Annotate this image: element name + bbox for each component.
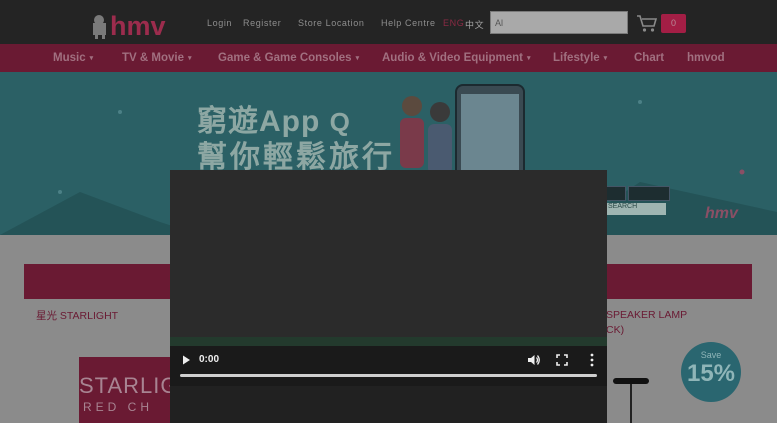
lang-zh-link[interactable]: 中文 [465,18,484,31]
cart-icon[interactable] [636,13,658,33]
section-header-left [24,264,172,299]
nav-item-label: hmvod [687,52,725,64]
seek-bar[interactable] [180,374,597,377]
nav-item-label: Audio & Video Equipment [382,52,523,64]
banner-search-box[interactable]: SEARCH [606,203,666,215]
video-player[interactable]: 0:00 [170,170,607,423]
section-header-right [606,264,752,299]
nav-item-tv-movie[interactable]: TV & Movie ▾ [122,52,192,64]
chevron-down-icon: ▾ [187,54,192,62]
nav-item-music[interactable]: Music ▾ [53,52,93,64]
nav-item-label: Chart [634,52,665,64]
help-centre-link[interactable]: Help Centre [381,18,436,28]
nav-item-lifestyle[interactable]: Lifestyle ▾ [553,52,607,64]
banner-hmv-logo: hmv [705,205,738,222]
top-bar: hmv Login Register Store Location Help C… [0,0,777,44]
video-frame[interactable] [170,170,607,337]
login-link[interactable]: Login [207,18,232,28]
product-title-left[interactable]: 星光 STARLIGHT [36,308,118,323]
nav-item-hmvod[interactable]: hmvod [687,52,725,64]
product-title-right[interactable]: SPEAKER LAMP CK) [606,308,687,338]
video-time: 0:00 [199,354,220,365]
nav-item-label: Music [53,52,86,64]
nav-item-chart[interactable]: Chart [634,52,664,64]
nav-item-audio-video[interactable]: Audio & Video Equipment ▾ [382,52,531,64]
chevron-down-icon: ▾ [603,54,608,62]
page: hmv Login Register Store Location Help C… [0,0,777,423]
hmv-logo[interactable]: hmv [88,8,180,40]
discount-badge: Save 15% [681,342,741,402]
register-link[interactable]: Register [243,18,281,28]
more-options-icon[interactable] [587,353,597,367]
nav-item-label: TV & Movie [122,52,184,64]
video-buffer-strip [170,337,607,346]
google-play-badge[interactable] [628,186,670,201]
volume-icon[interactable] [527,353,541,367]
fullscreen-icon[interactable] [556,354,568,366]
main-nav: Music ▾ TV & Movie ▾ Game & Game Consoles ▾… [0,44,777,72]
nav-item-games[interactable]: Game & Game Consoles ▾ [218,52,359,64]
search-input[interactable] [490,11,628,34]
cart-count-badge[interactable]: 0 [661,14,686,33]
app-store-badge[interactable] [606,186,626,201]
chevron-down-icon: ▾ [526,54,531,62]
nav-item-label: Game & Game Consoles [218,52,352,64]
chevron-down-icon: ▾ [89,54,94,62]
chevron-down-icon: ▾ [355,54,360,62]
store-location-link[interactable]: Store Location [298,18,364,28]
video-controls: 0:00 [170,346,607,386]
play-icon[interactable] [180,354,192,366]
lang-eng-link[interactable]: ENG [443,18,464,28]
nav-item-label: Lifestyle [553,52,600,64]
speaker-lamp-stand [630,384,632,423]
album-cover[interactable]: STARLIG RED CH [79,357,172,423]
svg-text:hmv: hmv [110,11,166,40]
